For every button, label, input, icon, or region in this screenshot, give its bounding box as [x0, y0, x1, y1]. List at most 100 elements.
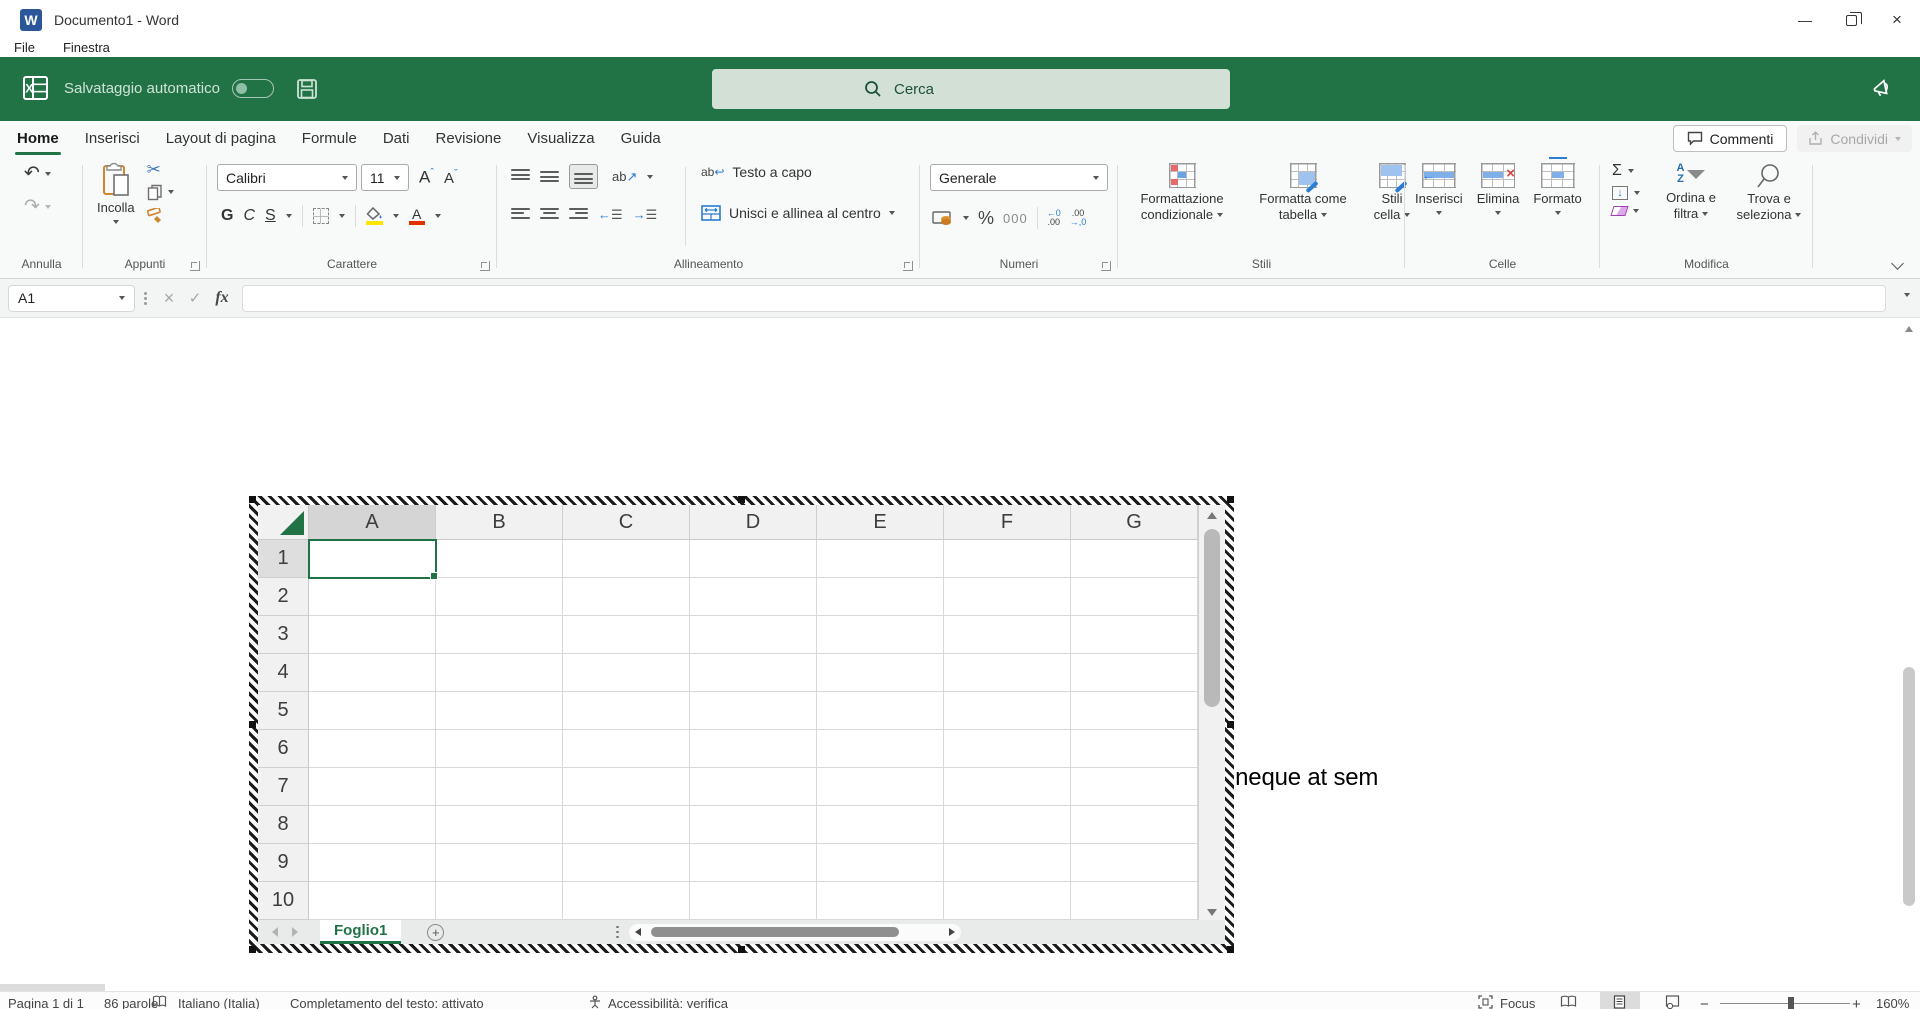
tab-guida[interactable]: Guida — [608, 121, 674, 155]
sheet-vertical-scrollbar[interactable] — [1198, 505, 1225, 920]
doc-scroll-thumb[interactable] — [1903, 667, 1915, 906]
cell-F2[interactable] — [944, 578, 1071, 616]
column-header-D[interactable]: D — [690, 505, 817, 540]
cell-E2[interactable] — [817, 578, 944, 616]
column-header-B[interactable]: B — [436, 505, 563, 540]
borders-dropdown-icon[interactable] — [339, 214, 345, 218]
tab-layout-di-pagina[interactable]: Layout di pagina — [153, 121, 289, 155]
bold-button[interactable]: G — [221, 208, 233, 224]
cell-D4[interactable] — [690, 654, 817, 692]
cell-D3[interactable] — [690, 616, 817, 654]
cell-D6[interactable] — [690, 730, 817, 768]
cell-C9[interactable] — [563, 844, 690, 882]
share-button[interactable]: Condividi — [1797, 125, 1912, 152]
prev-sheet-icon[interactable] — [272, 927, 278, 937]
zoom-in-icon[interactable]: + — [1852, 996, 1861, 1009]
shrink-font-button[interactable]: Aˇ — [444, 168, 458, 187]
cell-F7[interactable] — [944, 768, 1071, 806]
next-sheet-icon[interactable] — [292, 927, 298, 937]
format-as-table-button[interactable]: Formatta come tabella — [1248, 163, 1358, 223]
cell-E6[interactable] — [817, 730, 944, 768]
scroll-left-icon[interactable] — [635, 928, 641, 936]
orientation-dropdown-icon[interactable] — [647, 175, 653, 179]
delete-cells-button[interactable]: × Elimina — [1477, 163, 1520, 215]
vertical-scroll-thumb[interactable] — [1204, 529, 1220, 707]
percent-icon[interactable]: % — [978, 208, 994, 229]
confirm-entry-icon[interactable]: ✓ — [182, 289, 208, 307]
row-header-5[interactable]: 5 — [258, 692, 309, 730]
format-cells-button[interactable]: Formato — [1533, 163, 1581, 215]
cell-F3[interactable] — [944, 616, 1071, 654]
status-accessibility[interactable]: Accessibilità: verifica — [608, 996, 728, 1009]
cell-A9[interactable] — [309, 844, 436, 882]
cell-G9[interactable] — [1071, 844, 1198, 882]
autosum-button[interactable]: Σ — [1612, 162, 1640, 180]
cell-E5[interactable] — [817, 692, 944, 730]
cell-B8[interactable] — [436, 806, 563, 844]
align-right-icon[interactable] — [569, 208, 588, 223]
row-header-8[interactable]: 8 — [258, 806, 309, 844]
cell-C4[interactable] — [563, 654, 690, 692]
cell-A5[interactable] — [309, 692, 436, 730]
cell-C6[interactable] — [563, 730, 690, 768]
fill-button[interactable]: ↓ — [1612, 186, 1640, 200]
cell-E4[interactable] — [817, 654, 944, 692]
paste-button[interactable]: Incolla — [97, 162, 135, 224]
row-header-6[interactable]: 6 — [258, 730, 309, 768]
conditional-formatting-button[interactable]: Formattazione condizionale — [1126, 163, 1238, 223]
resize-handle[interactable] — [249, 946, 256, 953]
cell-A1[interactable] — [309, 540, 436, 578]
row-header-1[interactable]: 1 — [258, 540, 309, 578]
cell-F6[interactable] — [944, 730, 1071, 768]
cell-C7[interactable] — [563, 768, 690, 806]
cell-B7[interactable] — [436, 768, 563, 806]
align-top-icon[interactable] — [511, 169, 530, 184]
cell-A8[interactable] — [309, 806, 436, 844]
fill-color-dropdown-icon[interactable] — [393, 214, 399, 218]
cell-A6[interactable] — [309, 730, 436, 768]
numeri-dialog-launcher-icon[interactable] — [1101, 261, 1111, 271]
allineamento-dialog-launcher-icon[interactable] — [903, 261, 913, 271]
format-painter-icon[interactable] — [147, 208, 165, 224]
cell-G4[interactable] — [1071, 654, 1198, 692]
cell-C1[interactable] — [563, 540, 690, 578]
underline-dropdown-icon[interactable] — [286, 214, 292, 218]
align-middle-icon[interactable] — [540, 169, 559, 184]
insert-cells-button[interactable]: ← Inserisci — [1415, 163, 1463, 215]
sheet-horizontal-scrollbar[interactable] — [629, 924, 961, 941]
zoom-percentage[interactable]: 160% — [1876, 996, 1909, 1009]
resize-handle[interactable] — [1227, 946, 1234, 953]
cell-D1[interactable] — [690, 540, 817, 578]
cell-D2[interactable] — [690, 578, 817, 616]
autosave-toggle[interactable] — [232, 79, 274, 98]
orientation-icon[interactable]: ab↗ — [612, 169, 637, 185]
column-header-E[interactable]: E — [817, 505, 944, 540]
currency-icon[interactable] — [932, 210, 954, 226]
sheet-tab-foglio1[interactable]: Foglio1 — [320, 920, 401, 944]
increase-decimal-icon[interactable]: ←0.00 — [1047, 209, 1061, 227]
menu-file[interactable]: File — [14, 40, 35, 57]
font-size-select[interactable]: 11 — [361, 164, 409, 191]
column-header-A[interactable]: A — [309, 505, 436, 540]
font-color-button[interactable]: A — [409, 208, 425, 225]
select-all-button[interactable] — [258, 505, 309, 540]
resize-handle[interactable] — [249, 721, 256, 728]
resize-handle[interactable] — [249, 496, 256, 503]
formula-input[interactable] — [242, 285, 1886, 312]
horizontal-scrollbar-stub[interactable] — [0, 984, 105, 991]
scroll-right-icon[interactable] — [949, 928, 955, 936]
cell-B5[interactable] — [436, 692, 563, 730]
cell-A7[interactable] — [309, 768, 436, 806]
cell-B6[interactable] — [436, 730, 563, 768]
tab-home[interactable]: Home — [4, 121, 72, 155]
cell-G3[interactable] — [1071, 616, 1198, 654]
undo-icon[interactable]: ↶ — [24, 164, 40, 183]
cell-A2[interactable] — [309, 578, 436, 616]
cell-D9[interactable] — [690, 844, 817, 882]
currency-dropdown-icon[interactable] — [963, 216, 969, 220]
tab-revisione[interactable]: Revisione — [423, 121, 515, 155]
restore-button[interactable] — [1828, 0, 1874, 40]
read-mode-icon[interactable] — [1560, 995, 1577, 1008]
cell-F10[interactable] — [944, 882, 1071, 920]
cell-C2[interactable] — [563, 578, 690, 616]
